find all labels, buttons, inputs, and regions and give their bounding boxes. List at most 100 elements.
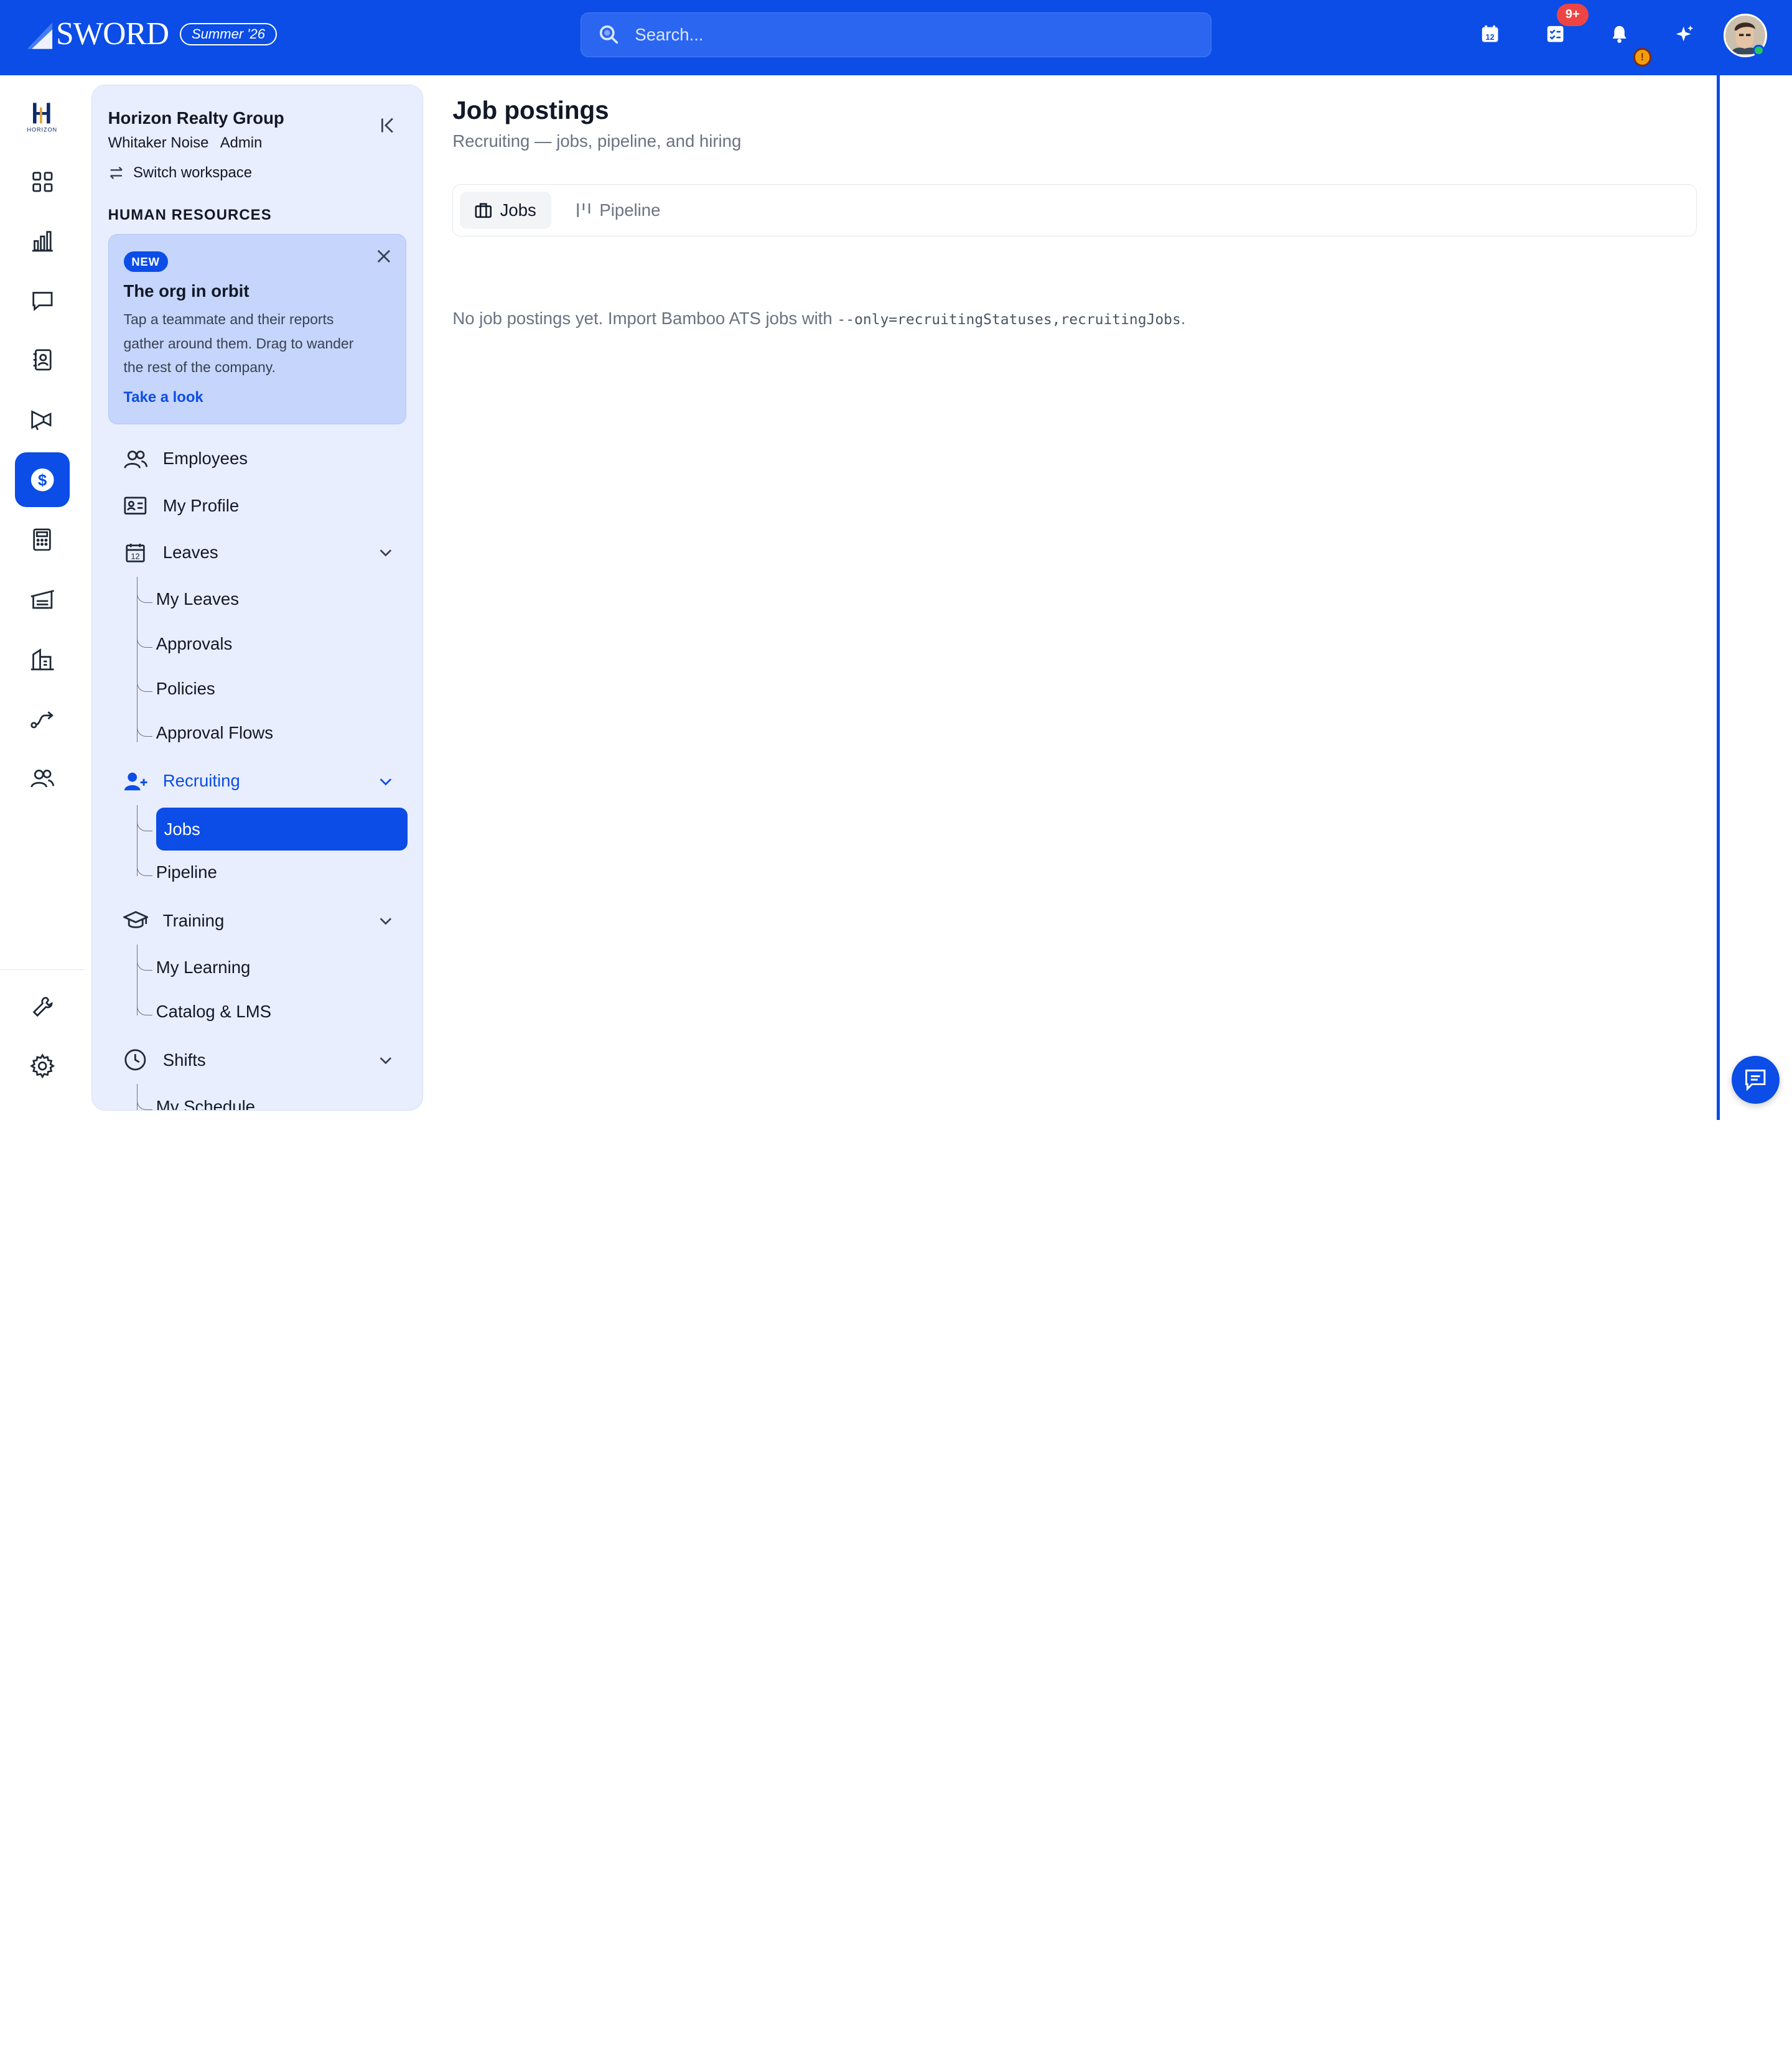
app-root: SWORD Summer '26 12 xyxy=(0,0,1792,1120)
empty-state-message: No job postings yet. Import Bamboo ATS j… xyxy=(452,309,1185,329)
chevron-down-icon xyxy=(380,549,392,557)
users-icon xyxy=(123,446,148,471)
nav-item-shifts[interactable]: Shifts xyxy=(108,1040,408,1081)
chat-bubble-icon xyxy=(1745,1070,1766,1091)
nav-label: My Profile xyxy=(162,495,240,515)
calendar-icon: 12 xyxy=(123,540,148,565)
season-badge: Summer '26 xyxy=(180,23,277,45)
calendar-button[interactable]: 12 xyxy=(1478,22,1503,47)
rail-analytics[interactable] xyxy=(15,213,70,268)
nav-subitem-approval-flows[interactable]: Approval Flows xyxy=(156,712,408,753)
svg-text:$: $ xyxy=(38,472,47,490)
view-tabs: Jobs Pipeline xyxy=(452,184,1697,237)
gear-icon xyxy=(29,1053,55,1079)
rail-properties[interactable] xyxy=(15,632,70,687)
calculator-icon xyxy=(33,528,52,551)
users-icon xyxy=(30,770,54,788)
nav-subitem-jobs[interactable]: Jobs xyxy=(156,807,408,851)
rail-messages[interactable] xyxy=(15,273,70,328)
section-title: HUMAN RESOURCES xyxy=(108,206,272,223)
search-input[interactable] xyxy=(635,25,1183,45)
rail-accounting[interactable] xyxy=(15,512,70,567)
rail-contacts[interactable] xyxy=(15,332,70,387)
promo-new-badge: NEW xyxy=(123,251,168,273)
org-user-info: Whitaker Noise Admin xyxy=(108,134,263,152)
switch-workspace-label: Switch workspace xyxy=(133,164,252,181)
promo-take-a-look-link[interactable]: Take a look xyxy=(124,389,203,406)
graduation-cap-icon xyxy=(123,908,148,933)
chat-icon xyxy=(32,291,53,311)
tab-pipeline[interactable]: Pipeline xyxy=(561,192,675,230)
route-icon xyxy=(30,711,54,729)
nav-subitem-approvals[interactable]: Approvals xyxy=(156,623,408,665)
org-name: Horizon Realty Group xyxy=(108,108,284,128)
warehouse-icon xyxy=(30,590,54,609)
id-card-icon xyxy=(123,493,148,518)
nav-label: Recruiting xyxy=(162,771,240,791)
horizon-logo[interactable]: HORIZON xyxy=(19,98,65,135)
top-bar: SWORD Summer '26 12 xyxy=(0,0,1792,76)
hr-sidebar: Horizon Realty Group Whitaker Noise Admin… xyxy=(91,84,423,1111)
checklist-icon xyxy=(1547,26,1564,42)
nav-label: Training xyxy=(162,910,225,930)
close-icon[interactable] xyxy=(376,248,392,264)
user-plus-icon xyxy=(123,768,148,793)
tab-jobs[interactable]: Jobs xyxy=(460,191,551,230)
sparkle-icon xyxy=(1676,25,1694,42)
rail-tools[interactable] xyxy=(15,979,70,1034)
bar-chart-icon xyxy=(32,231,53,252)
chevron-down-icon xyxy=(380,917,392,925)
search-icon xyxy=(599,26,618,44)
nav-subitem-policies[interactable]: Policies xyxy=(156,668,408,709)
tasks-count-badge: 9+ xyxy=(1556,3,1589,27)
bell-icon xyxy=(1612,26,1626,44)
user-name: Whitaker Noise xyxy=(108,134,209,151)
chat-button[interactable] xyxy=(1731,1056,1780,1104)
nav-item-my-profile[interactable]: My Profile xyxy=(108,485,408,526)
chevron-down-icon xyxy=(380,778,392,785)
nav-subitem-my-schedule[interactable]: My Schedule xyxy=(156,1086,408,1110)
chevron-down-icon xyxy=(380,1056,392,1065)
nav-item-training[interactable]: Training xyxy=(108,900,408,941)
nav-subitem-pipeline[interactable]: Pipeline xyxy=(156,852,408,893)
grid-icon xyxy=(32,171,53,192)
nav-item-recruiting[interactable]: Recruiting xyxy=(108,760,408,801)
global-search[interactable] xyxy=(581,12,1211,57)
page-subtitle: Recruiting — jobs, pipeline, and hiring xyxy=(452,131,742,151)
nav-item-employees[interactable]: Employees xyxy=(108,438,408,479)
tab-label: Pipeline xyxy=(599,200,661,220)
sword-logo-icon xyxy=(27,22,53,49)
ai-assistant-button[interactable] xyxy=(1672,22,1697,47)
swap-arrows-icon xyxy=(110,166,123,179)
nav-item-leaves[interactable]: 12 Leaves xyxy=(108,532,408,573)
brand-logo[interactable]: SWORD Summer '26 xyxy=(25,16,277,53)
nav-subitem-my-leaves[interactable]: My Leaves xyxy=(156,579,408,620)
rail-dashboard[interactable] xyxy=(15,154,70,209)
promo-body: Tap a teammate and their reports gather … xyxy=(123,311,354,376)
buildings-icon xyxy=(30,648,54,671)
clock-icon xyxy=(123,1047,148,1072)
rail-settings[interactable] xyxy=(15,1039,70,1094)
dollar-circle-icon: $ xyxy=(30,469,54,492)
calendar-day: 12 xyxy=(1486,32,1495,42)
nav-label: Leaves xyxy=(162,543,218,562)
collapse-sidebar-icon[interactable] xyxy=(378,115,398,136)
user-role: Admin xyxy=(220,134,263,151)
rail-marketing[interactable] xyxy=(15,392,70,447)
promo-title: The org in orbit xyxy=(123,281,250,301)
svg-text:12: 12 xyxy=(131,551,140,561)
rail-warehouse[interactable] xyxy=(15,571,70,626)
alert-badge: ! xyxy=(1633,48,1652,67)
switch-workspace-link[interactable]: Switch workspace xyxy=(108,164,252,182)
rail-divider xyxy=(0,969,85,971)
nav-subitem-catalog-lms[interactable]: Catalog & LMS xyxy=(156,991,408,1032)
rail-workflows[interactable] xyxy=(15,691,70,746)
horizon-logo-text: HORIZON xyxy=(27,126,58,133)
rail-hr-finance[interactable]: $ xyxy=(14,452,70,508)
nav-subitem-my-learning[interactable]: My Learning xyxy=(156,947,408,988)
notifications-button[interactable] xyxy=(1607,22,1631,47)
right-edge-divider xyxy=(1716,75,1720,1120)
calendar-icon: 12 xyxy=(1482,26,1498,42)
rail-people[interactable] xyxy=(15,751,70,806)
import-command: --only=recruitingStatuses,recruitingJobs xyxy=(837,311,1181,328)
